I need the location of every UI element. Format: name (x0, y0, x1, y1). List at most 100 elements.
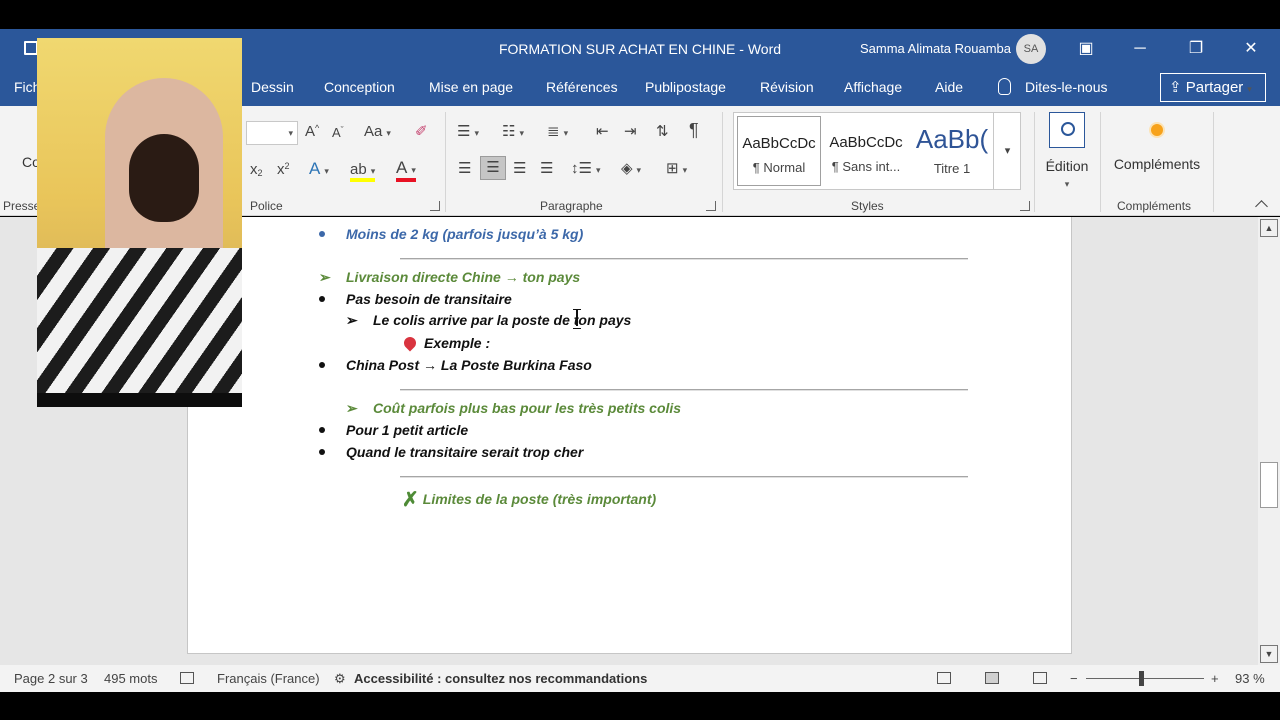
web-layout-icon[interactable] (1033, 672, 1047, 684)
addins-button[interactable]: Compléments (1110, 124, 1204, 172)
user-name[interactable]: Samma Alimata Rouamba (860, 41, 1011, 56)
align-right-icon[interactable]: ☰ (513, 159, 526, 177)
highlight-label: ab (350, 161, 367, 178)
language-indicator[interactable]: Français (France) (217, 671, 320, 686)
collapse-ribbon-icon[interactable] (1255, 200, 1268, 213)
word-count[interactable]: 495 mots (104, 671, 157, 686)
scroll-up-icon[interactable]: ▲ (1260, 219, 1278, 237)
document-line: Le colis arrive par la poste de ton pays (373, 312, 632, 328)
scroll-thumb[interactable] (1260, 462, 1278, 508)
horizontal-rule (400, 258, 968, 260)
share-button[interactable]: ⇪ Partager ▾ (1160, 73, 1266, 102)
minimize-button[interactable]: ─ (1120, 35, 1160, 63)
proofing-icon[interactable] (180, 672, 194, 684)
tab-review[interactable]: Révision (760, 79, 814, 95)
change-case-label: Aa (364, 123, 383, 140)
vertical-scrollbar[interactable]: ▲ ▼ (1258, 217, 1280, 665)
shrink-font-label: A (332, 125, 341, 140)
document-line: Quand le transitaire serait trop cher (346, 444, 584, 460)
tell-me-label: Dites-le-nous (1025, 79, 1108, 95)
avatar[interactable]: SA (1016, 34, 1046, 64)
webcam-bottom-bar (37, 393, 242, 407)
document-line: Livraison directe Chine → ton pays (346, 269, 581, 285)
editing-button[interactable]: Édition ▾ (1040, 112, 1094, 192)
arrow-bullet-icon: ➢ (346, 312, 358, 328)
highlight-button[interactable]: ab ▾ (350, 161, 376, 182)
style-preview: AaBbCcDc (829, 134, 903, 151)
style-heading-1[interactable]: AaBb( Titre 1 (910, 116, 994, 186)
accessibility-status[interactable]: Accessibilité : consultez nos recommanda… (354, 671, 647, 686)
ribbon-display-options-icon[interactable]: ▣ (1066, 35, 1106, 63)
decrease-indent-icon[interactable]: ⇤ (596, 122, 609, 140)
multilevel-list-button[interactable]: ≣ ▾ (547, 122, 568, 140)
document-line: China Post → La Poste Burkina Faso (346, 357, 592, 373)
clear-formatting-icon[interactable]: ✐ (415, 122, 428, 140)
page-count[interactable]: Page 2 sur 3 (14, 671, 88, 686)
zoom-level[interactable]: 93 % (1235, 671, 1265, 686)
style-normal[interactable]: AaBbCcDc ¶ Normal (737, 116, 821, 186)
zoom-in-button[interactable]: + (1211, 671, 1219, 686)
restore-button[interactable]: ❐ (1176, 35, 1216, 63)
shrink-font-button[interactable]: Aˇ (332, 125, 344, 140)
save-icon[interactable] (24, 41, 38, 55)
tab-design[interactable]: Conception (324, 79, 395, 95)
line-spacing-button[interactable]: ↕☰ ▾ (571, 159, 600, 177)
document-line: Moins de 2 kg (parfois jusqu’à 5 kg) (346, 226, 584, 242)
document-page[interactable]: Moins de 2 kg (parfois jusqu’à 5 kg) ➢ L… (187, 217, 1072, 654)
text-effects-button[interactable]: A ▾ (309, 159, 329, 179)
change-case-button[interactable]: Aa ▾ (364, 123, 391, 140)
style-no-spacing[interactable]: AaBbCcDc ¶ Sans int... (824, 116, 908, 186)
status-bar: Page 2 sur 3 495 mots Français (France) … (0, 665, 1280, 692)
styles-group-label: Styles (851, 199, 884, 213)
accessibility-icon[interactable]: ⚙ (334, 671, 346, 687)
tell-me-search[interactable]: Dites-le-nous (998, 78, 1107, 95)
chevron-down-icon: ▾ (411, 165, 416, 175)
align-left-icon[interactable]: ☰ (458, 159, 471, 177)
bullets-button[interactable]: ☰ ▾ (457, 122, 479, 140)
numbering-button[interactable]: ☷ ▾ (502, 122, 524, 140)
paragraph-group-label: Paragraphe (540, 199, 603, 213)
zoom-slider-thumb[interactable] (1139, 671, 1144, 686)
superscript-button[interactable]: x2 (277, 161, 290, 178)
chevron-down-icon: ▾ (519, 128, 524, 138)
cross-mark-icon: ✗ (402, 489, 419, 511)
styles-gallery: AaBbCcDc ¶ Normal AaBbCcDc ¶ Sans int...… (733, 112, 1021, 190)
justify-icon[interactable]: ☰ (540, 159, 553, 177)
pushpin-icon (401, 334, 419, 352)
group-divider (1100, 112, 1101, 212)
group-divider (1034, 112, 1035, 212)
bullet-icon (319, 427, 325, 433)
document-line: ✗ Limites de la poste (très important) (402, 487, 656, 512)
zoom-slider[interactable] (1086, 678, 1204, 679)
clipboard-group-label: Presse (3, 199, 41, 213)
grow-font-button[interactable]: A^ (305, 123, 319, 140)
font-size-input[interactable]: ▾ (246, 121, 298, 145)
horizontal-rule (400, 389, 968, 391)
document-line: Coût parfois plus bas pour les très peti… (373, 400, 682, 416)
style-preview: AaBb( (915, 124, 989, 154)
paragraph-dialog-launcher-icon[interactable] (706, 201, 716, 211)
styles-more-icon[interactable]: ▾ (993, 113, 1021, 189)
tab-layout[interactable]: Mise en page (429, 79, 513, 95)
zoom-out-button[interactable]: − (1070, 671, 1078, 686)
tab-draw[interactable]: Dessin (251, 79, 294, 95)
increase-indent-icon[interactable]: ⇥ (624, 122, 637, 140)
font-dialog-launcher-icon[interactable] (430, 201, 440, 211)
tab-mailings[interactable]: Publipostage (645, 79, 726, 95)
bullet-icon (319, 231, 325, 237)
align-center-icon[interactable]: ☰ (480, 156, 506, 180)
shading-button[interactable]: ◈ ▾ (621, 159, 641, 177)
sort-icon[interactable]: ⇅ (656, 122, 669, 140)
tab-view[interactable]: Affichage (844, 79, 902, 95)
font-color-button[interactable]: A ▾ (396, 158, 416, 182)
close-button[interactable]: ✕ (1231, 35, 1271, 63)
borders-button[interactable]: ⊞ ▾ (666, 159, 687, 177)
subscript-button[interactable]: x2 (250, 161, 263, 178)
print-layout-icon[interactable] (985, 672, 999, 684)
show-formatting-button[interactable]: ¶ (689, 120, 699, 141)
read-mode-icon[interactable] (937, 672, 951, 684)
scroll-down-icon[interactable]: ▼ (1260, 645, 1278, 663)
tab-help[interactable]: Aide (935, 79, 963, 95)
styles-dialog-launcher-icon[interactable] (1020, 201, 1030, 211)
tab-references[interactable]: Références (546, 79, 618, 95)
